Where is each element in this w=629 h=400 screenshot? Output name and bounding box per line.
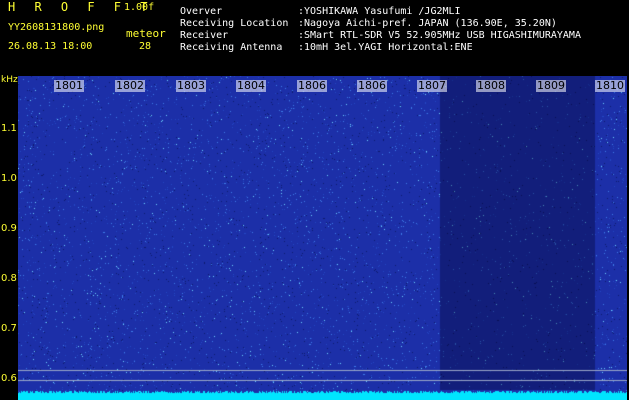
info-value: :YOSHIKAWA Yasufumi /JG2MLI bbox=[298, 6, 461, 17]
x-tick-label: 1808 bbox=[476, 79, 506, 92]
filename-label: YY2608131800.png bbox=[8, 22, 105, 33]
x-tick-label: 1802 bbox=[115, 79, 145, 92]
y-tick-label: 0.6 bbox=[1, 373, 17, 384]
x-tick-label: 1803 bbox=[176, 79, 206, 92]
datetime-label: 26.08.13 18:00 bbox=[8, 41, 93, 52]
y-tick-label: 0.7 bbox=[1, 323, 17, 334]
info-value: :SMart RTL-SDR V5 52.905MHz USB HIGASHIM… bbox=[298, 30, 581, 41]
info-label: Overver bbox=[180, 6, 223, 17]
info-row-antenna: Receiving Antenna :10mH 3el.YAGI Horizont… bbox=[180, 42, 620, 54]
info-label: Receiving Location bbox=[180, 18, 289, 29]
info-label: Receiver bbox=[180, 30, 229, 41]
spectrogram-plot[interactable] bbox=[18, 76, 627, 400]
y-tick-label: 0.9 bbox=[1, 223, 17, 234]
meteor-label: meteor bbox=[126, 27, 166, 40]
info-value: :10mH 3el.YAGI Horizontal:ENE bbox=[298, 42, 473, 53]
y-tick-label: 0.8 bbox=[1, 273, 17, 284]
meteor-count: 28 bbox=[139, 41, 152, 52]
x-tick-label: 1810 bbox=[595, 79, 625, 92]
info-row-location: Receiving Location :Nagoya Aichi-pref. JA… bbox=[180, 18, 620, 30]
x-tick-label: 1801 bbox=[54, 79, 84, 92]
y-axis-unit: kHz bbox=[1, 75, 18, 85]
version-label: 1.00f bbox=[124, 2, 155, 13]
x-tick-label: 1807 bbox=[417, 79, 447, 92]
info-label: Receiving Antenna bbox=[180, 42, 283, 53]
y-tick-label: 1.0 bbox=[1, 173, 17, 184]
x-tick-label: 1806 bbox=[297, 79, 327, 92]
info-value: :Nagoya Aichi-pref. JAPAN (136.90E, 35.2… bbox=[298, 18, 557, 29]
x-tick-label: 1806 bbox=[357, 79, 387, 92]
info-row-observer: Overver :YOSHIKAWA Yasufumi /JG2MLI bbox=[180, 6, 620, 18]
x-tick-label: 1804 bbox=[236, 79, 266, 92]
y-tick-label: 1.1 bbox=[1, 123, 17, 134]
info-row-receiver: Receiver :SMart RTL-SDR V5 52.905MHz USB … bbox=[180, 30, 620, 42]
x-tick-label: 1809 bbox=[536, 79, 566, 92]
